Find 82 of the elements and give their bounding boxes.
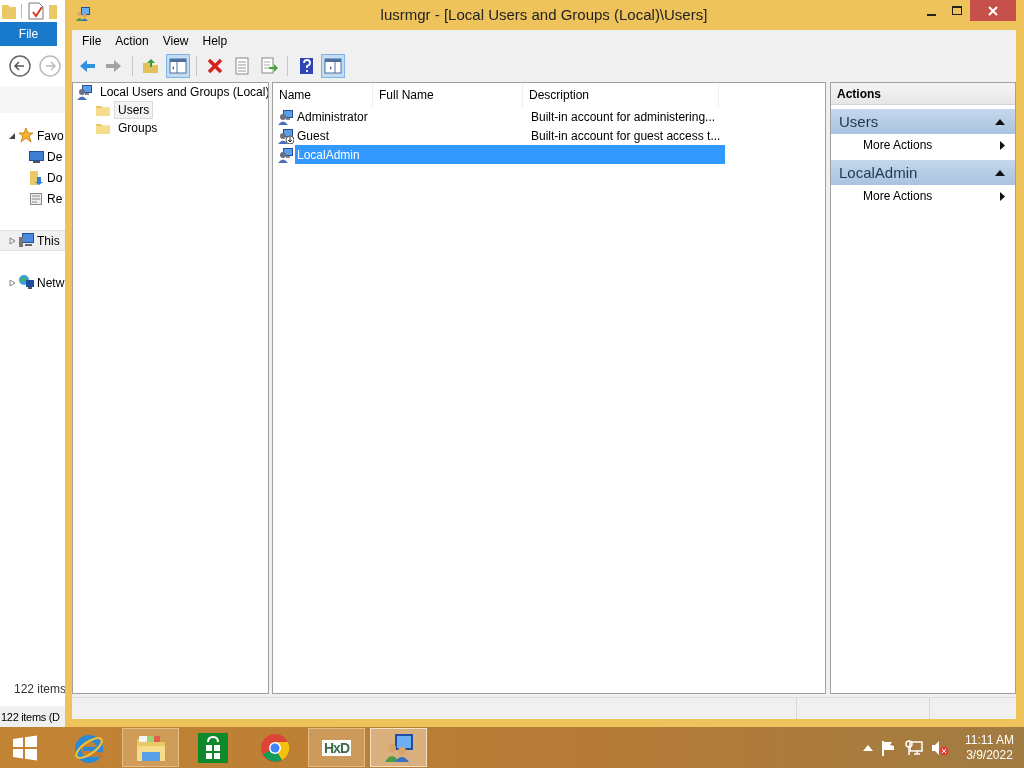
collapsed-icon[interactable]	[8, 278, 16, 287]
toolbar-button[interactable]	[166, 54, 190, 78]
window-title: lusrmgr - [Local Users and Groups (Local)\Users]	[379, 6, 709, 23]
start-icon	[12, 734, 38, 761]
folder-icon	[2, 3, 16, 19]
table-row[interactable]: Guest Built-in account for guest access t...	[295, 126, 725, 145]
taskbar-button[interactable]: HxD	[308, 728, 365, 767]
section-title: LocalAdmin	[839, 164, 919, 181]
network-icon[interactable]	[905, 739, 924, 756]
close-icon	[988, 5, 998, 16]
table-cell-text: Guest	[296, 128, 330, 143]
column-header[interactable]: Description	[523, 83, 719, 107]
tree-item[interactable]: Users	[114, 101, 154, 119]
section-header[interactable]: Users	[831, 109, 1015, 134]
expanded-icon[interactable]	[8, 131, 16, 140]
status-text: 122 items (D	[0, 706, 65, 727]
users-computer-icon	[75, 6, 91, 22]
action-link[interactable]: More Actions	[863, 138, 1000, 152]
toolbar-button[interactable]	[321, 54, 345, 78]
volume-muted-icon[interactable]	[931, 739, 950, 756]
collapse-icon[interactable]	[995, 169, 1005, 176]
computer-icon	[18, 232, 35, 249]
tree-item[interactable]: Re	[0, 188, 65, 209]
table-row[interactable]: Administrator Built-in account for administering...	[295, 107, 725, 126]
ribbon-tab[interactable]: File	[0, 22, 57, 46]
section-title: Users	[839, 113, 880, 130]
separator-icon	[21, 4, 23, 18]
back-icon[interactable]	[9, 55, 31, 77]
browser-circle-icon	[259, 732, 290, 763]
item-count: 122 items	[13, 682, 65, 698]
collapse-icon[interactable]	[995, 118, 1005, 125]
forward-icon[interactable]	[39, 55, 61, 77]
properties-page-icon[interactable]	[28, 2, 44, 20]
menu-item[interactable]: Help	[195, 34, 235, 48]
downloads-folder-icon	[28, 169, 45, 186]
section-header[interactable]: LocalAdmin	[831, 160, 1015, 185]
menu-item[interactable]: File	[75, 34, 109, 48]
table-cell-text: Built-in account for guest access t...	[530, 128, 722, 143]
users-computer-icon	[77, 84, 93, 100]
back-icon	[78, 57, 96, 75]
action-link[interactable]: More Actions	[863, 189, 1000, 203]
pane-title: Actions	[831, 83, 1015, 105]
tree-item[interactable]: Groups	[114, 119, 162, 137]
show-hidden-icons-icon[interactable]	[863, 744, 874, 751]
close-button[interactable]	[970, 0, 1016, 21]
menu-item[interactable]: View	[155, 34, 196, 48]
tree-item[interactable]: This	[0, 230, 65, 251]
show-action-pane-icon	[324, 57, 342, 75]
tree-item[interactable]: Netw	[0, 272, 65, 293]
desktop-icon	[28, 148, 45, 165]
tree-item[interactable]: De	[0, 146, 65, 167]
tree-item[interactable]: Do	[0, 167, 65, 188]
network-icon	[18, 274, 35, 291]
clock-time[interactable]: 11:11 AM	[965, 732, 1014, 748]
star-icon	[18, 127, 35, 144]
collapsed-icon[interactable]	[8, 236, 16, 245]
user-account-icon	[278, 146, 294, 163]
table-cell-text: Built-in account for administering...	[530, 109, 717, 124]
recent-places-icon	[28, 190, 45, 207]
menu-item[interactable]: Action	[108, 34, 156, 48]
column-header[interactable]: Name	[273, 83, 373, 107]
maximize-icon	[952, 5, 962, 16]
tree-item[interactable]: Local Users and Groups (Local)	[96, 83, 268, 101]
app-logo: HxD	[322, 739, 351, 756]
forward-icon	[105, 57, 123, 75]
show-tree-icon	[169, 57, 187, 75]
up-folder-icon	[142, 57, 160, 75]
delete-icon	[206, 57, 224, 75]
tree-item[interactable]: Favo	[0, 125, 65, 146]
table-cell-text: Administrator	[296, 109, 369, 124]
export-list-icon	[260, 57, 278, 75]
column-header[interactable]: Full Name	[373, 83, 523, 107]
user-account-icon	[278, 108, 294, 125]
taskbar-button[interactable]	[370, 728, 427, 767]
shopping-bag-icon	[197, 732, 228, 763]
help-icon	[297, 57, 315, 75]
table-cell-text: LocalAdmin	[296, 147, 361, 162]
clock-date[interactable]: 3/9/2022	[966, 747, 1013, 763]
users-computer-icon	[382, 732, 415, 763]
properties-icon	[233, 57, 251, 75]
guest-account-icon	[278, 127, 294, 144]
minimize-icon	[926, 13, 936, 16]
